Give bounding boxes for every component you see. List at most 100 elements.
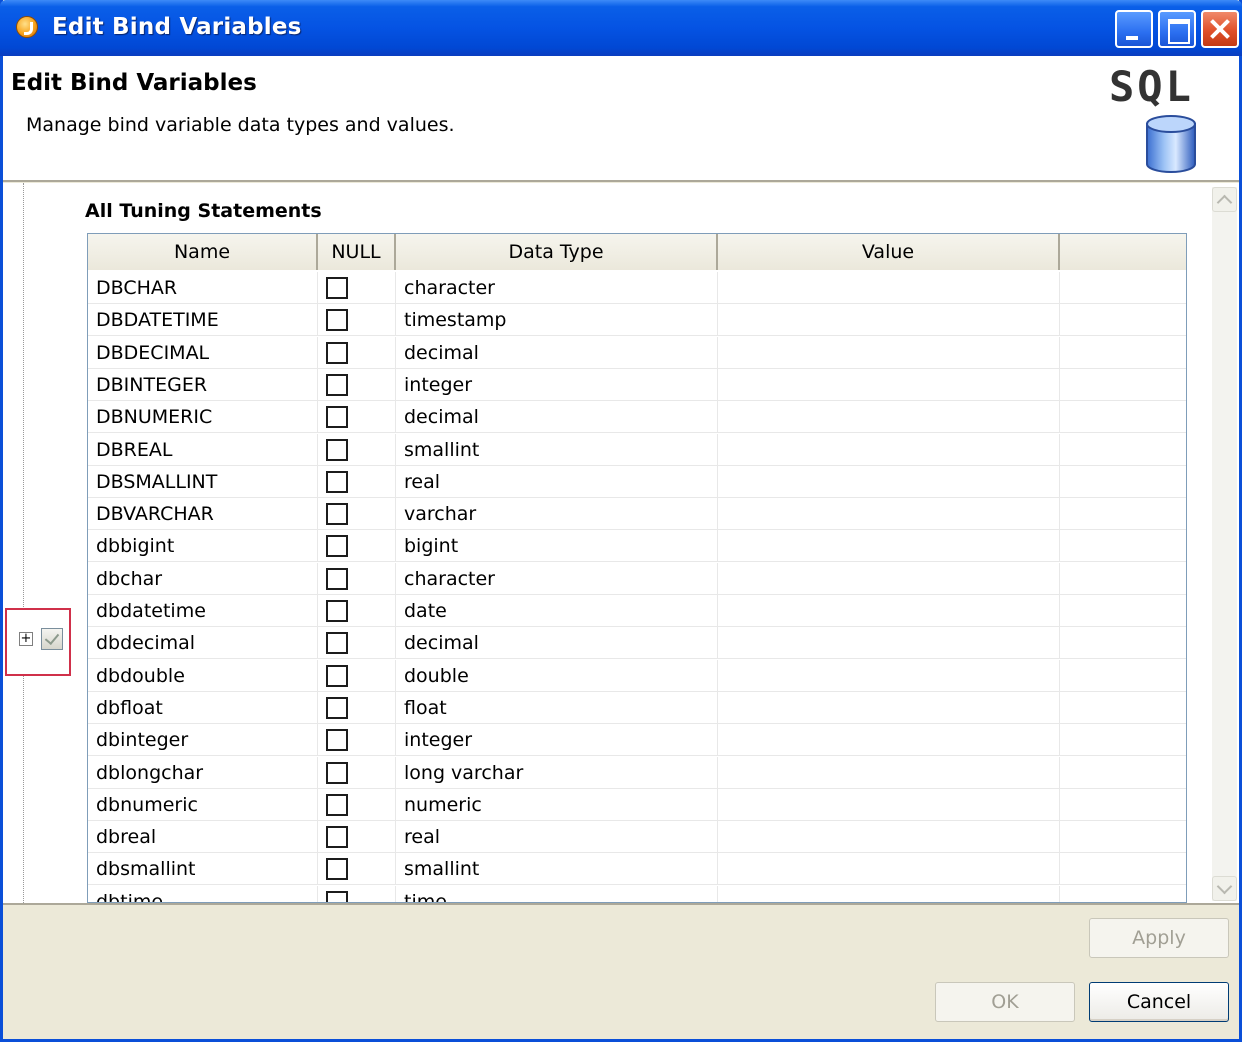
cell-value[interactable] — [718, 821, 1060, 854]
cell-value[interactable] — [718, 272, 1060, 304]
null-checkbox[interactable] — [326, 600, 348, 622]
column-header-name[interactable]: Name — [88, 234, 318, 270]
cell-value[interactable] — [718, 304, 1060, 337]
table-row[interactable]: DBDATETIME timestamp — [88, 304, 1186, 337]
title-bar[interactable]: Edit Bind Variables — [0, 0, 1242, 56]
table-row[interactable]: DBSMALLINT real — [88, 465, 1186, 498]
cell-value[interactable] — [718, 724, 1060, 757]
table-row[interactable]: dbchar character — [88, 562, 1186, 595]
cell-data-type[interactable]: date — [396, 595, 718, 627]
null-checkbox[interactable] — [326, 696, 348, 719]
checkbox-checked-icon[interactable] — [41, 628, 63, 650]
table-row[interactable]: dbbigint bigint — [88, 530, 1186, 563]
table-row[interactable]: dbdecimal decimal — [88, 627, 1186, 660]
cell-value[interactable] — [718, 498, 1060, 531]
cell-value[interactable] — [718, 788, 1060, 821]
cell-value[interactable] — [718, 530, 1060, 563]
cell-data-type[interactable]: integer — [396, 724, 718, 757]
cell-value[interactable] — [718, 433, 1060, 466]
cell-value[interactable] — [718, 368, 1060, 401]
null-checkbox[interactable] — [326, 890, 348, 902]
cell-filler — [1060, 886, 1186, 902]
column-header-null[interactable]: NULL — [318, 234, 396, 270]
table-row[interactable]: DBINTEGER integer — [88, 368, 1186, 401]
cell-value[interactable] — [718, 659, 1060, 692]
cell-data-type[interactable]: long varchar — [396, 756, 718, 789]
cell-data-type[interactable]: time — [396, 885, 718, 902]
ok-button[interactable]: OK — [935, 982, 1075, 1022]
cell-data-type[interactable]: timestamp — [396, 304, 718, 337]
null-checkbox[interactable] — [326, 406, 348, 429]
table-row[interactable]: dbreal real — [88, 821, 1186, 854]
column-header-data-type[interactable]: Data Type — [396, 234, 718, 270]
scroll-up-button[interactable] — [1212, 187, 1237, 212]
header-description: Manage bind variable data types and valu… — [26, 114, 455, 136]
cell-data-type[interactable]: smallint — [396, 433, 718, 466]
null-checkbox[interactable] — [326, 729, 348, 752]
null-checkbox[interactable] — [326, 341, 348, 364]
table-row[interactable]: dbfloat float — [88, 691, 1186, 724]
null-checkbox[interactable] — [326, 858, 348, 881]
cell-data-type[interactable]: smallint — [396, 853, 718, 886]
scroll-down-button[interactable] — [1212, 876, 1237, 901]
maximize-button[interactable] — [1158, 10, 1196, 48]
null-checkbox[interactable] — [326, 309, 348, 332]
cell-value[interactable] — [718, 562, 1060, 595]
null-checkbox[interactable] — [326, 826, 348, 849]
null-checkbox[interactable] — [326, 761, 348, 784]
cell-value[interactable] — [718, 756, 1060, 789]
cell-value[interactable] — [718, 885, 1060, 902]
null-checkbox[interactable] — [326, 632, 348, 655]
null-checkbox[interactable] — [326, 664, 348, 687]
cell-data-type[interactable]: bigint — [396, 530, 718, 563]
cell-value[interactable] — [718, 401, 1060, 434]
cell-data-type[interactable]: decimal — [396, 401, 718, 434]
cell-filler — [1060, 272, 1186, 304]
null-checkbox[interactable] — [326, 470, 348, 493]
cell-data-type[interactable]: real — [396, 465, 718, 498]
table-row[interactable]: dbinteger integer — [88, 724, 1186, 757]
table-row[interactable]: dbdouble double — [88, 659, 1186, 692]
null-checkbox[interactable] — [326, 438, 348, 461]
cell-data-type[interactable]: float — [396, 691, 718, 724]
cell-data-type[interactable]: numeric — [396, 788, 718, 821]
cell-value[interactable] — [718, 691, 1060, 724]
vertical-scrollbar[interactable] — [1212, 187, 1237, 901]
cell-data-type[interactable]: double — [396, 659, 718, 692]
table-row[interactable]: dbdatetime date — [88, 595, 1186, 627]
table-row[interactable]: dbtime time — [88, 885, 1186, 902]
minimize-button[interactable] — [1115, 10, 1153, 48]
table-row[interactable]: DBCHAR character — [88, 272, 1186, 304]
expand-button[interactable]: + — [19, 632, 33, 646]
cell-data-type[interactable]: character — [396, 272, 718, 304]
cell-value[interactable] — [718, 465, 1060, 498]
null-checkbox[interactable] — [326, 535, 348, 558]
cell-name: DBREAL — [88, 433, 318, 466]
table-row[interactable]: dblongchar long varchar — [88, 756, 1186, 789]
table-row[interactable]: DBDECIMAL decimal — [88, 336, 1186, 369]
table-row[interactable]: DBNUMERIC decimal — [88, 401, 1186, 434]
cell-value[interactable] — [718, 853, 1060, 886]
null-checkbox[interactable] — [326, 373, 348, 396]
cell-data-type[interactable]: decimal — [396, 336, 718, 369]
cell-value[interactable] — [718, 627, 1060, 660]
close-button[interactable] — [1201, 10, 1239, 48]
cell-data-type[interactable]: decimal — [396, 627, 718, 660]
null-checkbox[interactable] — [326, 503, 348, 526]
table-row[interactable]: dbnumeric numeric — [88, 788, 1186, 821]
cell-data-type[interactable]: real — [396, 821, 718, 854]
table-row[interactable]: dbsmallint smallint — [88, 853, 1186, 886]
table-row[interactable]: DBREAL smallint — [88, 433, 1186, 466]
column-header-value[interactable]: Value — [718, 234, 1060, 270]
cell-data-type[interactable]: character — [396, 562, 718, 595]
null-checkbox[interactable] — [326, 793, 348, 816]
null-checkbox[interactable] — [326, 567, 348, 590]
cell-data-type[interactable]: integer — [396, 368, 718, 401]
cell-value[interactable] — [718, 595, 1060, 627]
cancel-button[interactable]: Cancel — [1089, 982, 1229, 1022]
apply-button[interactable]: Apply — [1089, 918, 1229, 958]
cell-value[interactable] — [718, 336, 1060, 369]
cell-data-type[interactable]: varchar — [396, 498, 718, 531]
table-row[interactable]: DBVARCHAR varchar — [88, 498, 1186, 531]
null-checkbox[interactable] — [326, 277, 348, 299]
